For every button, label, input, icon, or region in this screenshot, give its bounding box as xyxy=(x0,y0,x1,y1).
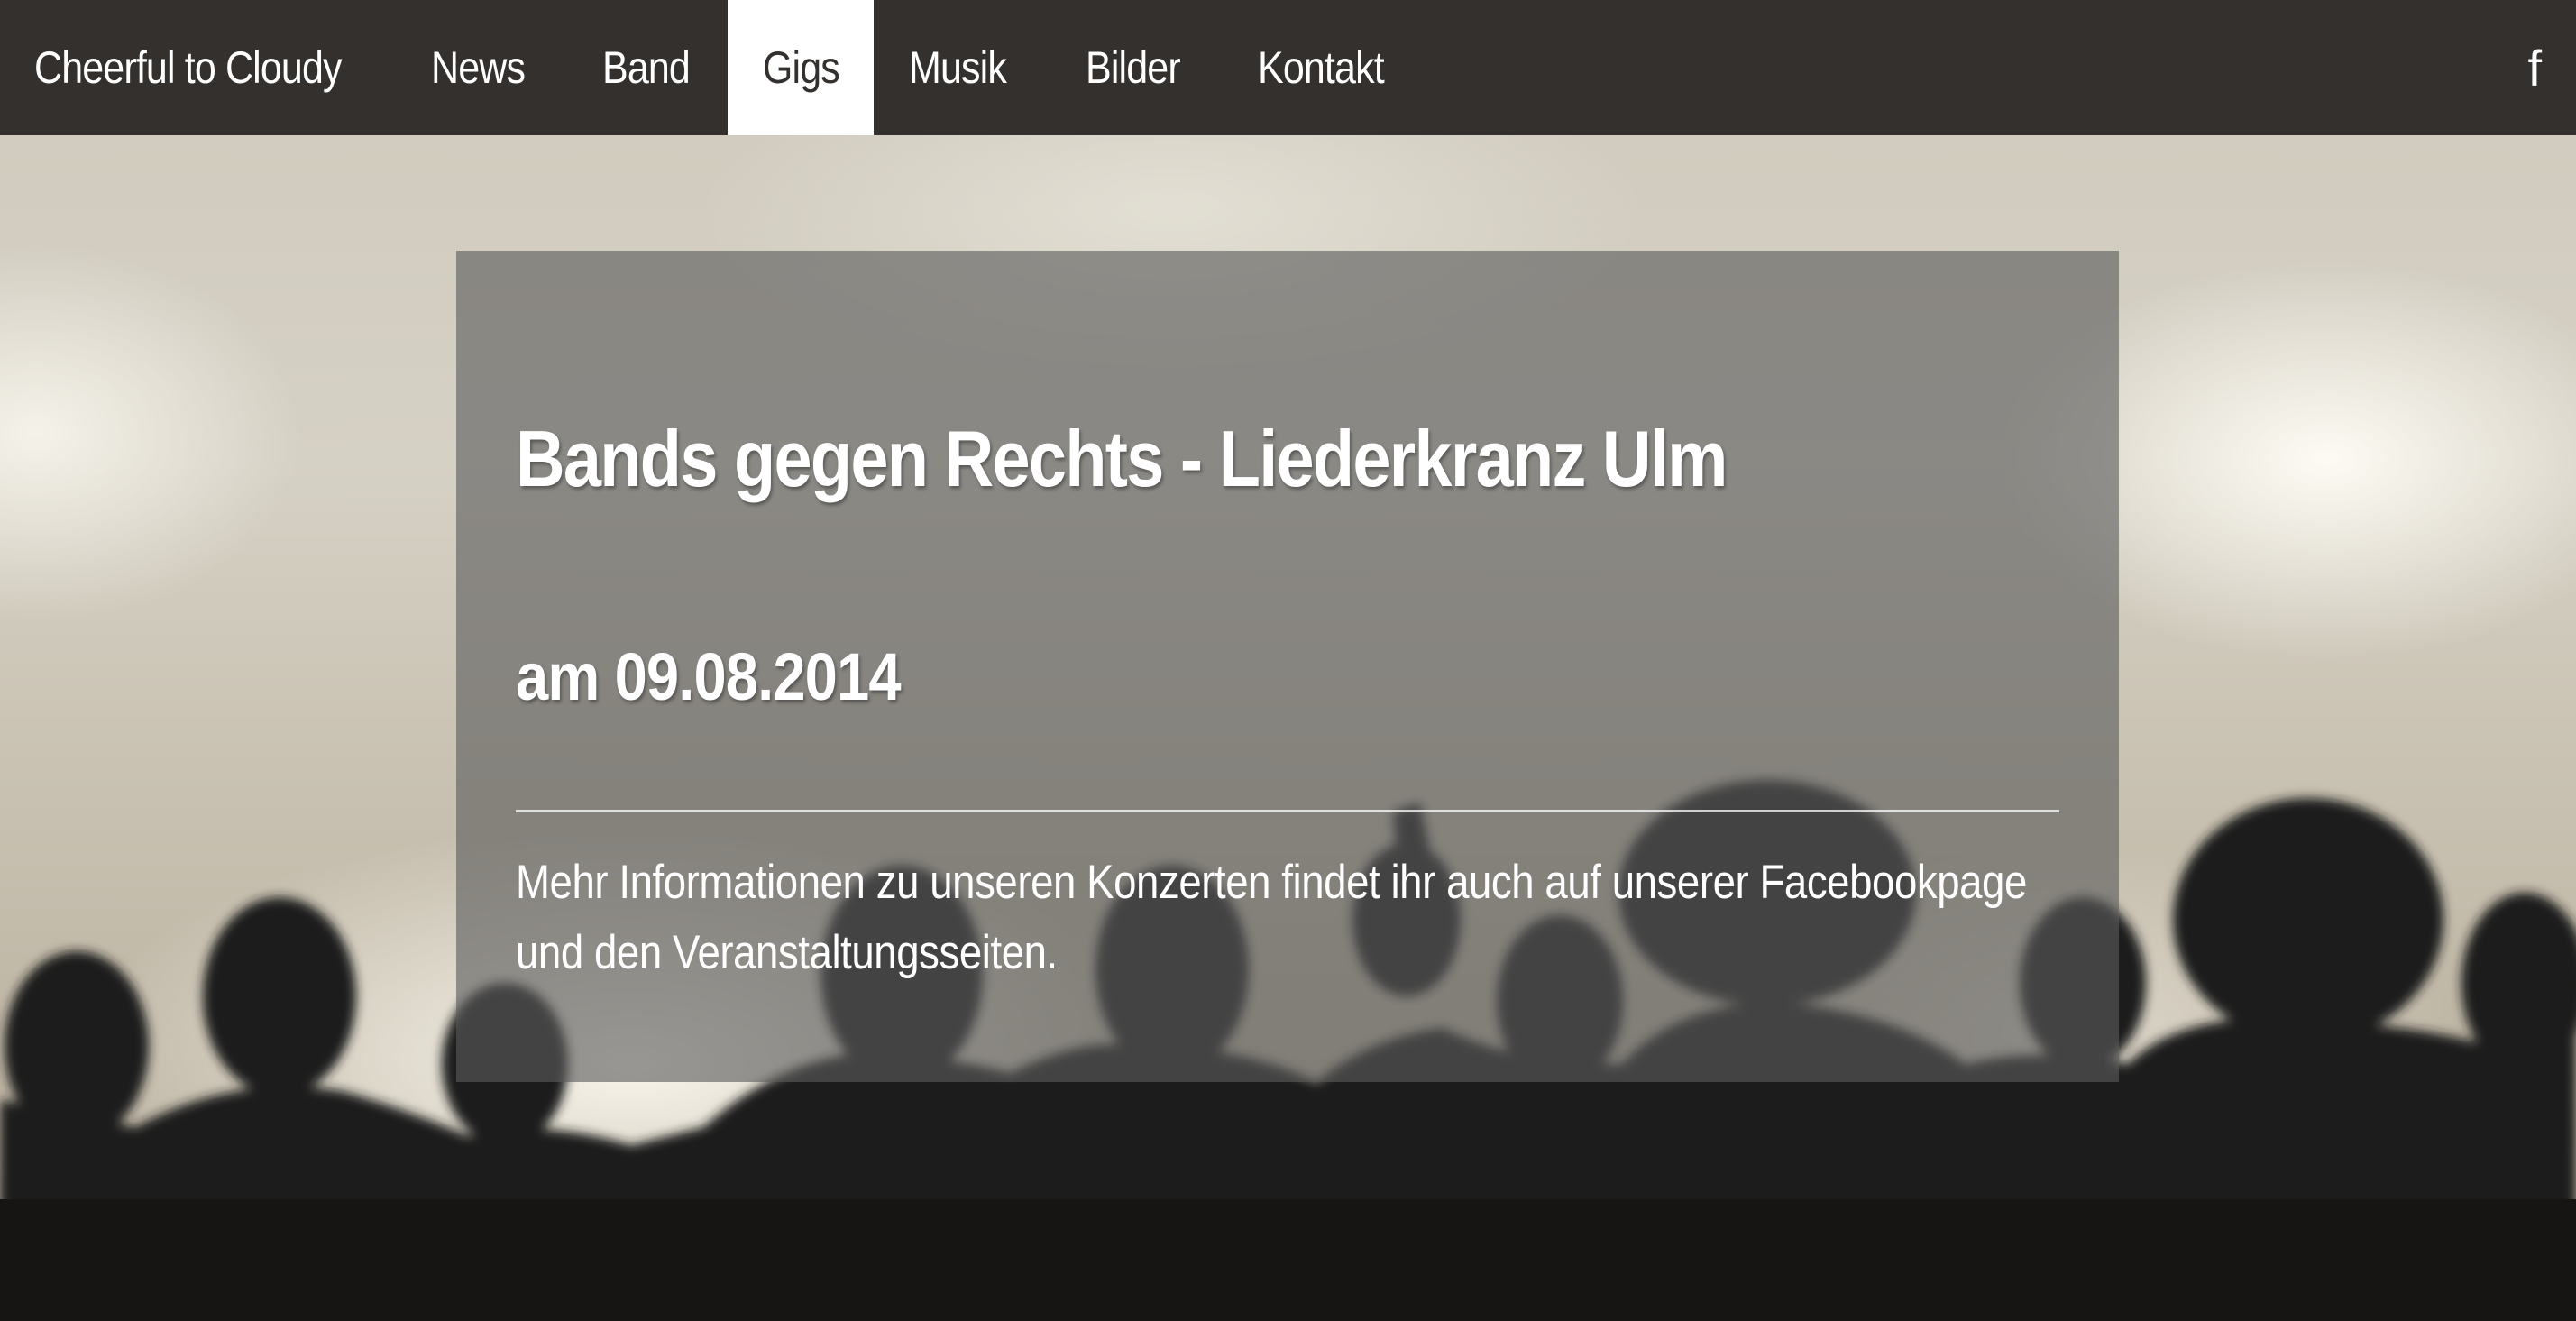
nav-item-bilder[interactable]: Bilder xyxy=(1086,0,1181,135)
nav-item-kontakt[interactable]: Kontakt xyxy=(1258,0,1385,135)
nav-item-gigs-label: Gigs xyxy=(762,42,840,93)
info-text: Mehr Informationen zu unseren Konzerten … xyxy=(516,856,2027,979)
top-navbar: Cheerful to Cloudy News Band Gigs Musik … xyxy=(0,0,2576,135)
nav-item-musik[interactable]: Musik xyxy=(909,0,1007,135)
facebook-icon[interactable]: f xyxy=(2527,0,2542,135)
event-date: am 09.08.2014 xyxy=(516,639,902,714)
event-card: Bands gegen Rechts - Liederkranz Ulm am … xyxy=(456,251,2119,1082)
nav-item-band[interactable]: Band xyxy=(602,0,691,135)
event-title: Bands gegen Rechts - Liederkranz Ulm xyxy=(516,414,1728,503)
brand-link[interactable]: Cheerful to Cloudy xyxy=(34,0,344,135)
divider xyxy=(516,810,2059,812)
nav-item-gigs[interactable]: Gigs xyxy=(728,0,874,135)
nav-item-news[interactable]: News xyxy=(431,0,526,135)
